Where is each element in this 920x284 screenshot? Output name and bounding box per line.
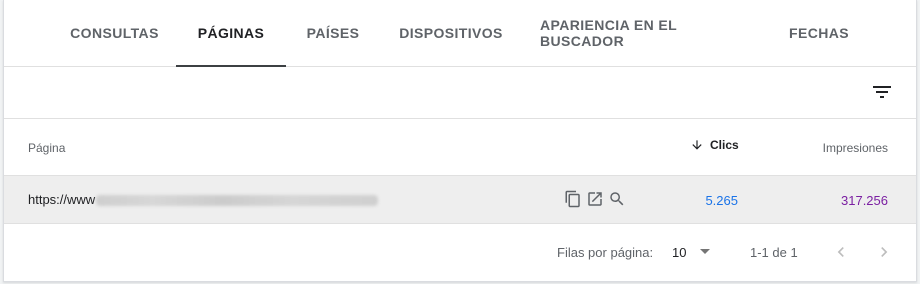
search-icon[interactable] [608, 190, 626, 208]
pagination-range: 1-1 de 1 [750, 245, 798, 260]
blurred-url-path [96, 195, 379, 206]
filter-bar [4, 67, 916, 119]
rows-per-page-label: Filas por página: [557, 245, 654, 260]
page-url-prefix: https://www [28, 192, 96, 207]
table-header: Página Clics Impresiones [4, 119, 916, 176]
tab-consultas[interactable]: CONSULTAS [64, 0, 165, 66]
dropdown-caret-icon[interactable] [700, 249, 710, 254]
tab-fechas[interactable]: FECHAS [784, 0, 854, 66]
rows-per-page-select[interactable]: 10 [672, 245, 686, 260]
page-url: https://www [28, 192, 379, 207]
performance-report-card: CONSULTAS PÁGINAS PAÍSES DISPOSITIVOS AP… [3, 0, 917, 282]
clicks-value: 5.265 [705, 193, 738, 208]
tab-apariencia-buscador[interactable]: APARIENCIA EN EL BUSCADOR [540, 0, 750, 66]
filter-icon[interactable] [870, 80, 894, 104]
chevron-right-icon[interactable] [874, 242, 894, 262]
arrow-down-icon [692, 140, 702, 150]
copy-icon[interactable] [564, 190, 582, 208]
report-tabs: CONSULTAS PÁGINAS PAÍSES DISPOSITIVOS AP… [4, 0, 916, 67]
column-header-clics-label: Clics [710, 138, 739, 152]
tab-paises[interactable]: PAÍSES [300, 0, 366, 66]
pagination-footer: Filas por página: 10 1-1 de 1 [4, 225, 916, 281]
impressions-value: 317.256 [841, 193, 888, 208]
column-header-pagina[interactable]: Página [28, 141, 65, 155]
column-header-clics[interactable]: Clics [690, 138, 739, 152]
column-header-impresiones[interactable]: Impresiones [823, 141, 888, 155]
table-row[interactable]: https://www 5.265 317.256 [4, 176, 916, 224]
open-in-new-icon[interactable] [586, 190, 604, 208]
chevron-left-icon[interactable] [831, 242, 851, 262]
tab-dispositivos[interactable]: DISPOSITIVOS [398, 0, 504, 66]
tab-paginas[interactable]: PÁGINAS [176, 0, 286, 67]
